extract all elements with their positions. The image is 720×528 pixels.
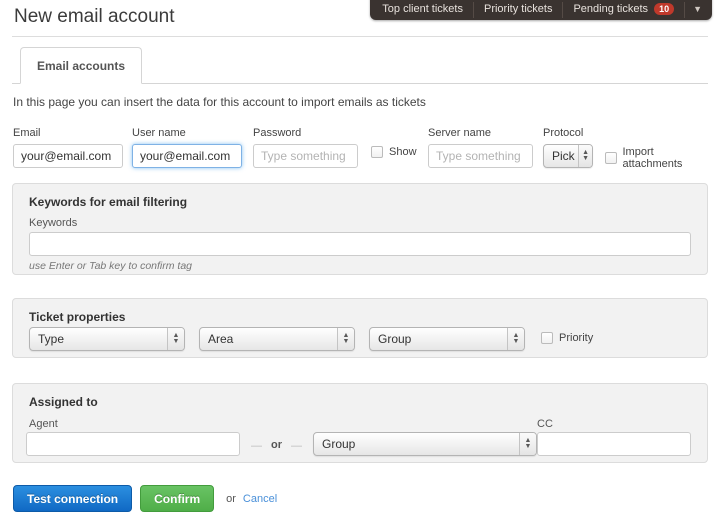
protocol-select[interactable]: Pick ▲ ▼ xyxy=(543,144,593,168)
server-name-input[interactable] xyxy=(428,144,533,168)
select-stepper-icon: ▲ ▼ xyxy=(337,328,354,350)
topbar-item-top-client-tickets[interactable]: Top client tickets xyxy=(372,2,474,18)
field-password: Password xyxy=(253,127,358,168)
caret-down-glyph: ▼ xyxy=(512,338,520,345)
topbar-item-pending-tickets[interactable]: Pending tickets 10 xyxy=(563,2,686,18)
email-label: Email xyxy=(13,127,41,139)
field-protocol: Protocol Pick ▲ ▼ xyxy=(543,127,603,168)
username-input[interactable] xyxy=(132,144,242,168)
page-title: New email account xyxy=(14,6,175,27)
ticket-properties-title: Ticket properties xyxy=(29,310,126,324)
test-connection-button[interactable]: Test connection xyxy=(13,485,133,512)
form-actions: Test connection Confirm or Cancel xyxy=(13,485,277,512)
select-stepper-icon: ▲ ▼ xyxy=(519,433,536,455)
assigned-group-value: Group xyxy=(322,437,356,451)
protocol-select-value: Pick xyxy=(552,149,575,163)
field-server-name: Server name xyxy=(428,127,533,168)
intro-text: In this page you can insert the data for… xyxy=(13,95,426,109)
protocol-label: Protocol xyxy=(543,127,584,139)
show-password-checkbox[interactable] xyxy=(371,146,383,158)
priority-checkbox-wrap[interactable]: Priority xyxy=(541,332,593,344)
confirm-button[interactable]: Confirm xyxy=(140,485,215,512)
ticket-type-select[interactable]: Type ▲ ▼ xyxy=(29,327,185,351)
keywords-panel: Keywords for email filtering Keywords us… xyxy=(12,183,708,275)
keywords-panel-title: Keywords for email filtering xyxy=(29,195,188,209)
topbar-item-priority-tickets[interactable]: Priority tickets xyxy=(474,2,564,18)
pending-tickets-badge: 10 xyxy=(654,3,675,15)
chevron-down-glyph: ▼ xyxy=(693,4,702,14)
assigned-to-title: Assigned to xyxy=(29,395,98,409)
chevron-down-icon[interactable]: ▼ xyxy=(685,2,710,18)
password-input[interactable] xyxy=(253,144,358,168)
agent-input[interactable] xyxy=(26,432,240,456)
select-stepper-icon: ▲ ▼ xyxy=(507,328,524,350)
show-password-label: Show xyxy=(389,146,417,158)
caret-down-glyph: ▼ xyxy=(342,338,350,345)
priority-checkbox[interactable] xyxy=(541,332,553,344)
cancel-link[interactable]: Cancel xyxy=(243,493,277,505)
ticket-type-value: Type xyxy=(38,332,65,346)
field-username: User name xyxy=(132,127,242,168)
tab-email-accounts[interactable]: Email accounts xyxy=(20,47,143,84)
show-password-checkbox-wrap[interactable]: Show xyxy=(371,146,417,158)
actions-or-text: or xyxy=(226,492,236,505)
topbar-item-label: Pending tickets xyxy=(573,3,649,15)
import-attachments-label: Import attachments xyxy=(622,146,683,170)
header-divider xyxy=(12,36,708,37)
caret-down-glyph: ▼ xyxy=(172,338,180,345)
cc-input[interactable] xyxy=(537,432,691,456)
keywords-input[interactable] xyxy=(29,232,691,256)
topbar-item-label: Priority tickets xyxy=(483,3,553,15)
account-fields-row: Email User name Password Show Server nam… xyxy=(13,127,712,170)
select-stepper-icon: ▲ ▼ xyxy=(167,328,184,350)
topbar-item-label: Top client tickets xyxy=(382,3,463,15)
server-name-label: Server name xyxy=(428,127,491,139)
assigned-to-panel: Assigned to Agent — or — Group ▲ ▼ CC xyxy=(12,383,708,463)
ticket-group-value: Group xyxy=(378,332,412,346)
or-separator: or xyxy=(271,439,282,451)
tab-label: Email accounts xyxy=(37,58,126,73)
email-input[interactable] xyxy=(13,144,123,168)
ticket-properties-panel: Ticket properties Type ▲ ▼ Area ▲ ▼ Grou… xyxy=(12,298,708,358)
dash-right: — xyxy=(291,440,302,452)
field-email: Email xyxy=(13,127,123,168)
cc-label: CC xyxy=(537,418,553,430)
tab-strip: Email accounts xyxy=(12,47,708,84)
import-attachments-checkbox[interactable] xyxy=(605,152,617,164)
caret-down-glyph: ▼ xyxy=(524,443,532,450)
dash-left: — xyxy=(251,440,262,452)
password-label: Password xyxy=(253,127,302,139)
keywords-hint: use Enter or Tab key to confirm tag xyxy=(29,260,193,272)
ticket-area-select[interactable]: Area ▲ ▼ xyxy=(199,327,355,351)
agent-label: Agent xyxy=(29,418,58,430)
quick-links-bar: Top client tickets Priority tickets Pend… xyxy=(370,0,712,20)
import-attachments-checkbox-wrap[interactable]: Import attachments xyxy=(605,146,712,170)
ticket-group-select[interactable]: Group ▲ ▼ xyxy=(369,327,525,351)
assigned-group-select[interactable]: Group ▲ ▼ xyxy=(313,432,537,456)
select-stepper-icon: ▲ ▼ xyxy=(578,145,592,167)
keywords-field-label: Keywords xyxy=(29,217,78,229)
username-label: User name xyxy=(132,127,186,139)
ticket-area-value: Area xyxy=(208,332,234,346)
caret-down-glyph: ▼ xyxy=(582,155,590,162)
priority-label: Priority xyxy=(559,332,594,344)
